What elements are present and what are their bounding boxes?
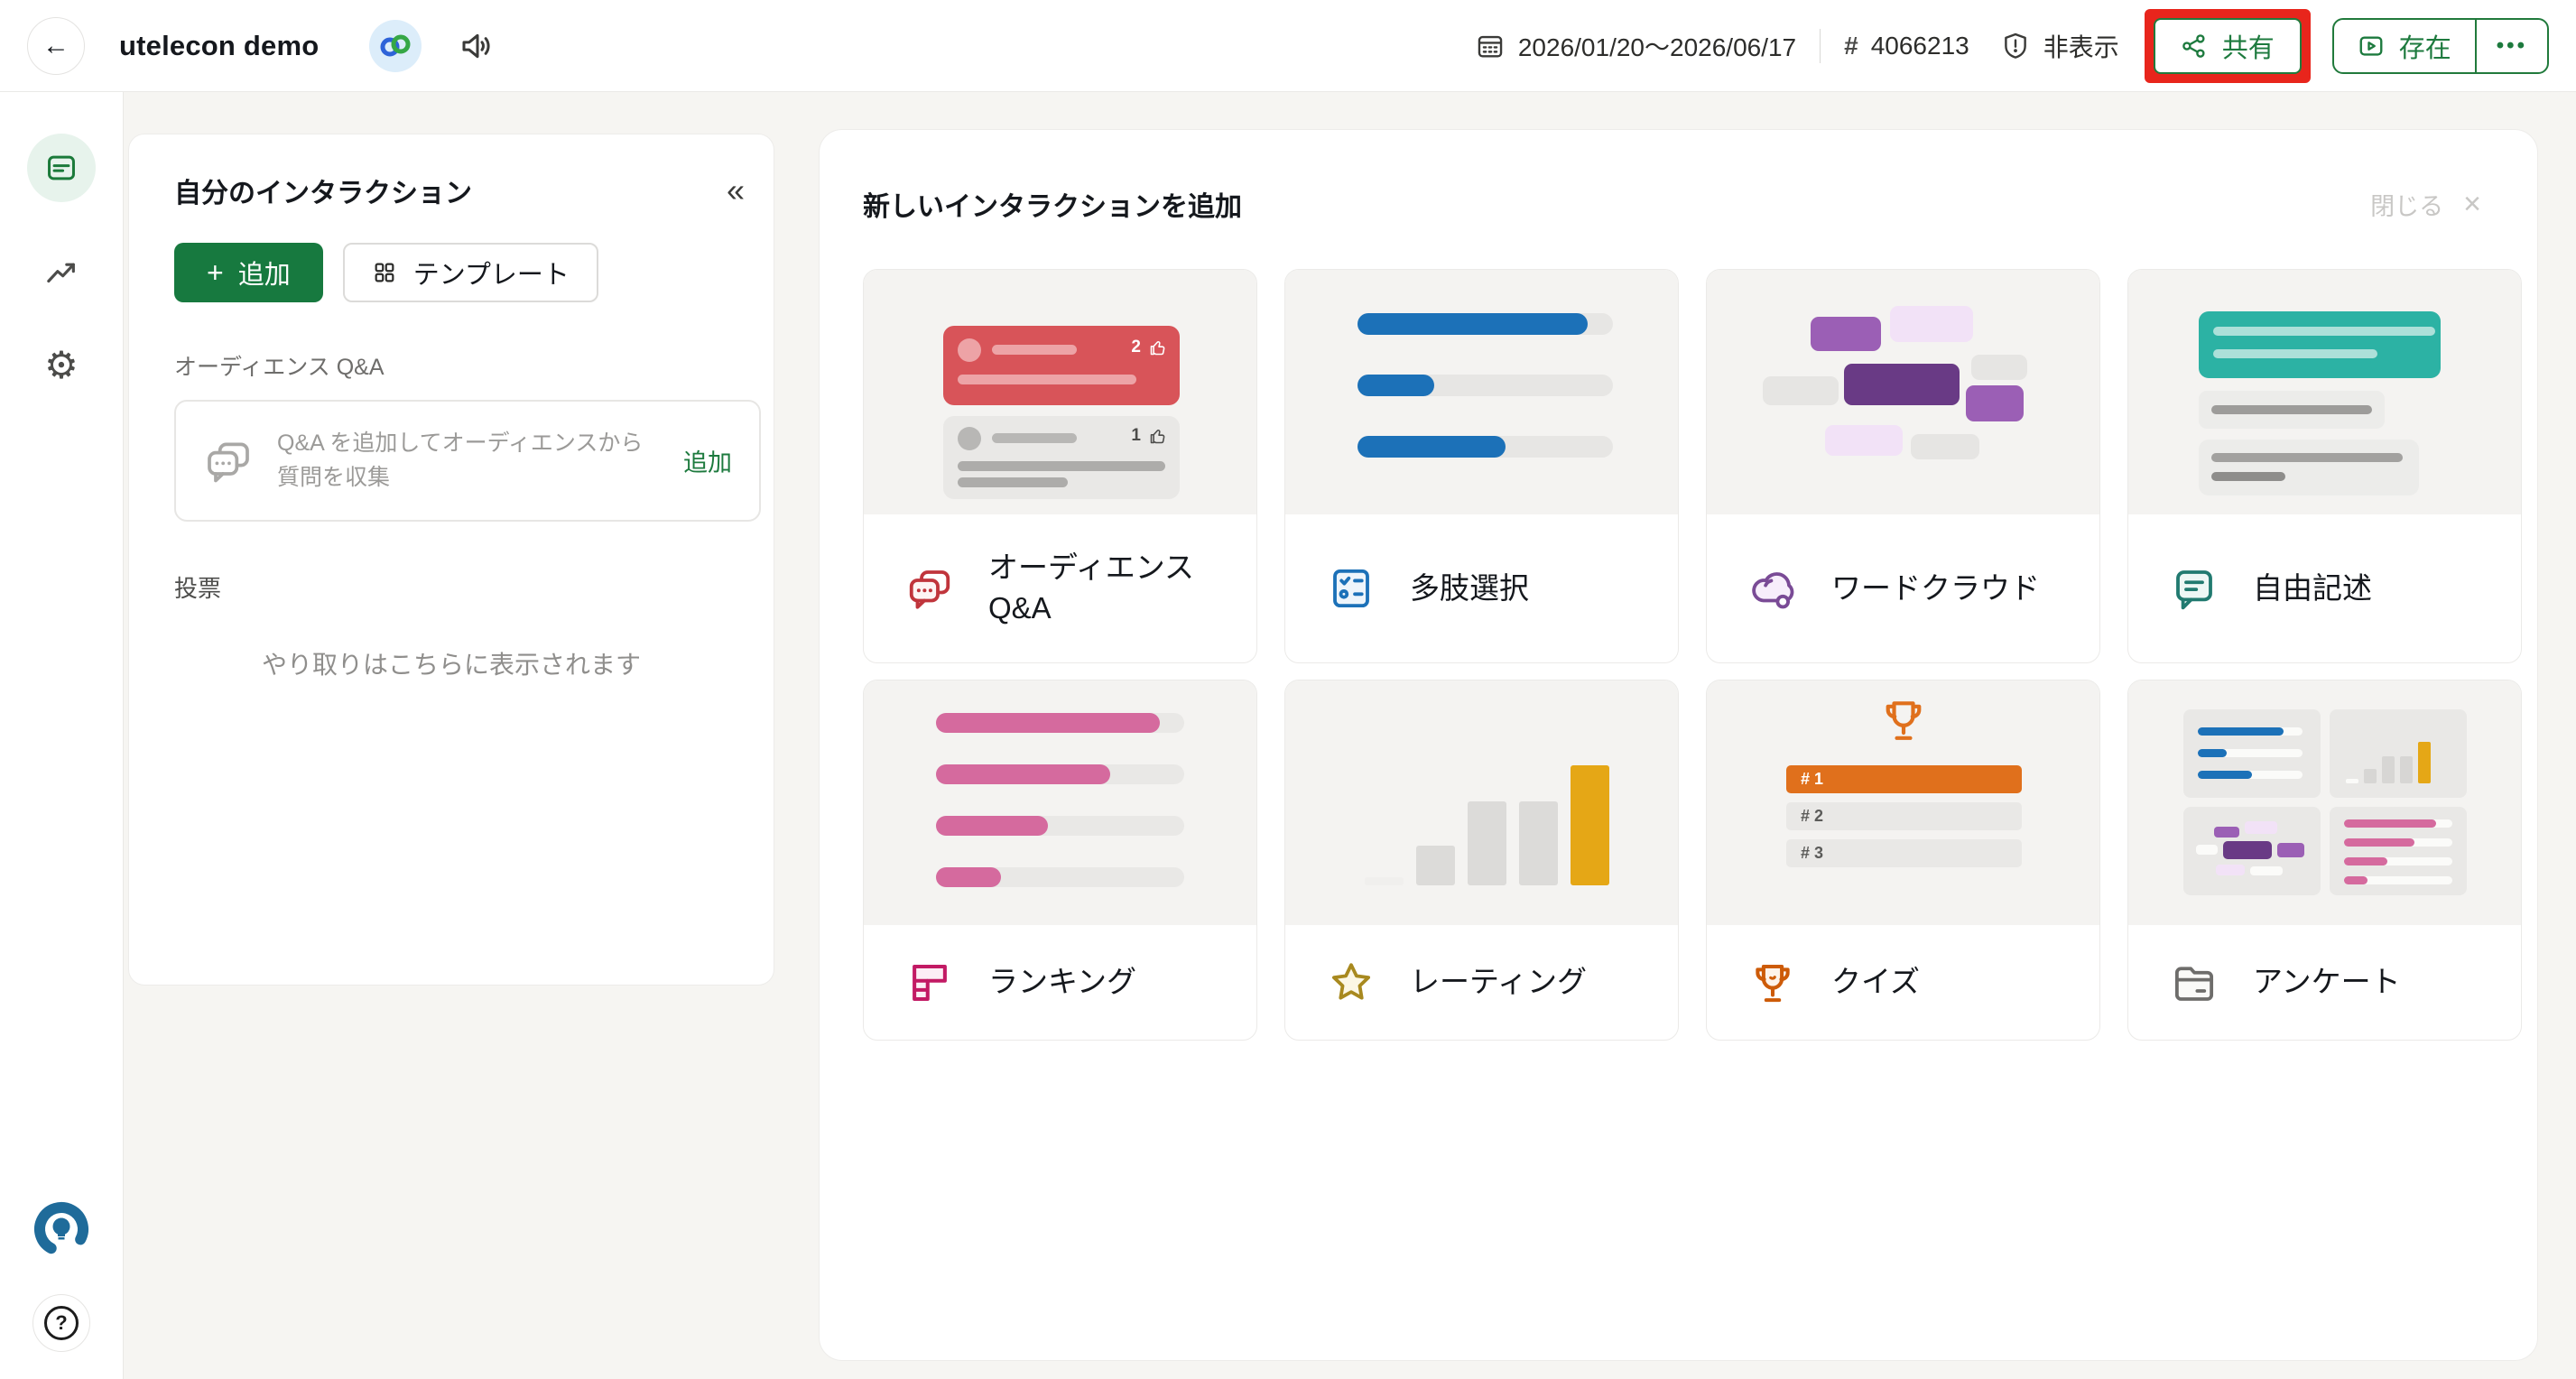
qa-empty-card[interactable]: Q&A を追加してオーディエンスから質問を収集 追加 [174,400,761,522]
share-button[interactable]: 共有 [2154,18,2302,74]
polls-empty-text: やり取りはこちらに表示されます [129,645,774,681]
card-label: アンケート [2253,962,2401,1003]
more-options-button[interactable]: ••• [2475,20,2547,72]
present-button[interactable]: 存在 [2334,20,2475,72]
qa-section-label: オーディエンス Q&A [129,349,774,382]
like-count: 1 [1131,426,1141,446]
sidebar-item-interactions[interactable] [27,134,96,202]
qa-preview: 2 1 [864,270,1256,514]
close-dialog-button[interactable]: 閉じる × [2370,187,2481,222]
ellipsis-icon: ••• [2497,33,2527,59]
back-arrow-icon: ← [42,31,69,61]
template-label: テンプレート [413,254,570,292]
qa-chat-icon [905,564,954,613]
sidebar-item-analytics[interactable] [43,256,79,292]
speaker-icon[interactable] [459,28,496,64]
left-icon-rail: ⚙ ? [0,92,124,1379]
card-rating[interactable]: レーティング [1284,680,1679,1041]
share-label: 共有 [2222,27,2275,65]
event-code: 4066213 [1871,32,1969,60]
quiz-preview: # 1 # 2 # 3 [1707,680,2099,925]
event-code-group[interactable]: # 4066213 [1844,32,1969,60]
top-bar: ← utelecon demo [0,0,2576,92]
help-button[interactable]: ? [32,1294,90,1352]
card-label: 自由記述 [2253,569,2372,609]
card-survey[interactable]: アンケート [2127,680,2522,1041]
ranking-steps-icon [905,958,954,1007]
interaction-type-grid: 2 1 [820,269,2553,1041]
webex-logo-icon [369,20,422,72]
close-label: 閉じる [2370,187,2443,222]
app-window: ← utelecon demo [0,0,2576,1379]
folder-icon [2170,958,2219,1007]
hidden-status-group[interactable]: 非表示 [2000,28,2119,64]
hash-icon: # [1844,32,1858,60]
qa-empty-text: Q&A を追加してオーディエンスから質問を収集 [277,427,660,495]
present-button-group: 存在 ••• [2332,18,2549,74]
question-mark-icon: ? [44,1306,79,1340]
card-label: ワードクラウド [1831,569,2040,609]
gear-icon: ⚙ [44,347,79,384]
add-label: 追加 [238,254,291,292]
template-button[interactable]: テンプレート [343,243,598,302]
share-highlight-box: 共有 [2145,9,2311,83]
present-label: 存在 [2399,27,2451,65]
divider [1820,29,1821,63]
open-text-preview [2128,270,2521,514]
card-word-cloud[interactable]: ワードクラウド [1706,269,2100,663]
multiple-choice-preview [1285,270,1678,514]
back-button[interactable]: ← [27,17,85,75]
polls-section-label: 投票 [129,570,774,604]
panel-title: 自分のインタラクション [174,171,472,210]
collapse-panel-icon[interactable]: « [727,174,745,207]
card-audience-qa[interactable]: 2 1 [863,269,1257,663]
hidden-label: 非表示 [2043,28,2119,64]
calendar-icon [1475,31,1506,61]
card-ranking[interactable]: ランキング [863,680,1257,1041]
card-label: ランキング [988,962,1136,1003]
plus-icon: + [207,258,224,287]
card-multiple-choice[interactable]: 多肢選択 [1284,269,1679,663]
add-interaction-dialog: 新しいインタラクションを追加 閉じる × 2 [819,129,2538,1361]
quiz-rank-row: # 1 [1786,765,2022,793]
interactions-card-icon [44,151,79,185]
qa-add-link[interactable]: 追加 [683,443,732,478]
card-open-text[interactable]: 自由記述 [2127,269,2522,663]
ballot-icon [1327,564,1376,613]
trophy-icon [1748,958,1797,1007]
like-count: 2 [1131,338,1141,357]
dialog-title: 新しいインタラクションを追加 [863,184,1242,224]
card-label: レーティング [1410,962,1587,1003]
slido-logo [31,1199,92,1260]
quiz-rank-row: # 2 [1786,802,2022,830]
rating-preview [1285,680,1678,925]
present-play-icon [2358,32,2385,60]
shield-alert-icon [2000,31,2031,61]
date-range-group[interactable]: 2026/01/20〜2026/06/17 [1475,28,1796,64]
event-title: utelecon demo [119,30,319,62]
cloud-icon [1748,564,1797,613]
grid-icon [372,260,397,285]
sidebar-item-settings[interactable]: ⚙ [44,347,79,384]
ranking-preview [864,680,1256,925]
card-label: オーディエンス Q&A [988,548,1235,628]
interactions-panel: 自分のインタラクション « + 追加 テンプレート オーディ [128,134,774,986]
card-label: 多肢選択 [1410,569,1529,609]
trending-up-icon [43,256,79,292]
quiz-rank-row: # 3 [1786,839,2022,867]
survey-preview [2128,680,2521,925]
card-quiz[interactable]: # 1 # 2 # 3 クイズ [1706,680,2100,1041]
share-icon [2181,32,2208,60]
card-label: クイズ [1831,962,1920,1003]
date-range: 2026/01/20〜2026/06/17 [1518,28,1796,64]
word-cloud-preview [1707,270,2099,514]
comment-lines-icon [2170,564,2219,613]
chat-bubbles-icon [203,436,254,486]
add-interaction-button[interactable]: + 追加 [174,243,323,302]
close-icon: × [2463,189,2481,219]
star-icon [1327,958,1376,1007]
